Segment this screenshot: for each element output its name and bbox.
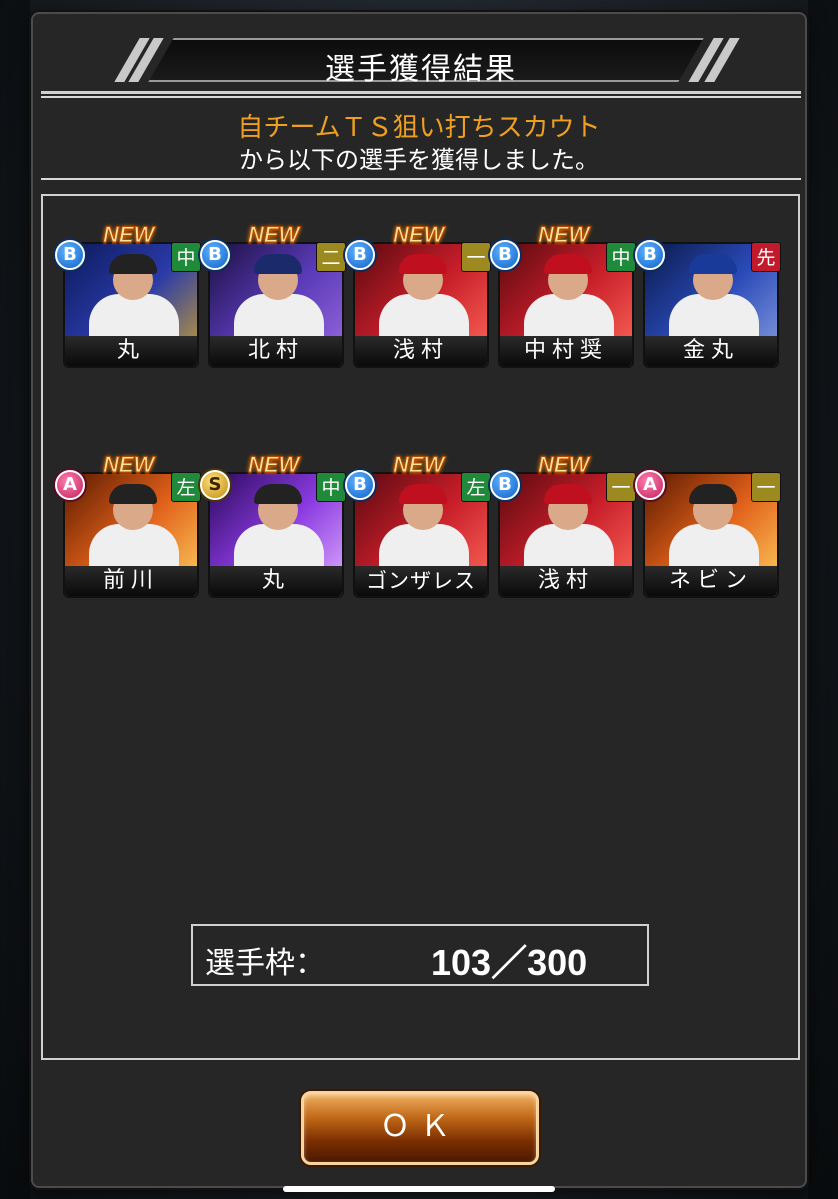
rank-badge: B: [55, 240, 85, 270]
player-card[interactable]: ネビン A 一: [635, 462, 781, 598]
player-card[interactable]: 浅村 B 一 NEW: [345, 222, 491, 368]
result-message: から以下の選手を獲得しました。: [239, 146, 599, 174]
player-card[interactable]: 丸 B 中 NEW: [55, 222, 201, 368]
title-banner: 選手獲得結果: [41, 38, 801, 96]
rank-badge: B: [490, 240, 520, 270]
position-badge: 先: [751, 242, 781, 272]
rank-badge: B: [635, 240, 665, 270]
player-name: 北村: [210, 336, 342, 366]
player-slot-box: 選手枠： 103／300: [191, 924, 649, 986]
player-card-grid: 丸 B 中 NEW 北村 B 二 NEW 浅村 B 一 NEW 中村奨 B 中 NEW 金丸 B 先前川 A 左 NEW 丸…: [55, 222, 783, 598]
divider: [41, 178, 801, 180]
new-badge: NEW: [102, 222, 155, 248]
rank-badge: B: [345, 470, 375, 500]
player-cap: [689, 484, 737, 504]
new-badge: NEW: [247, 452, 300, 478]
position-badge: 一: [461, 242, 491, 272]
player-name: 浅村: [355, 336, 487, 366]
result-dialog: 選手獲得結果 自チームＴＳ狙い打ちスカウト から以下の選手を獲得しました。 丸 B…: [31, 12, 807, 1188]
ok-button[interactable]: ＯＫ: [301, 1091, 539, 1165]
new-badge: NEW: [392, 222, 445, 248]
player-name: 丸: [65, 336, 197, 366]
acquired-players-panel: 丸 B 中 NEW 北村 B 二 NEW 浅村 B 一 NEW 中村奨 B 中 NEW 金丸 B 先前川 A 左 NEW 丸…: [41, 194, 800, 1060]
player-name: 金丸: [645, 336, 777, 366]
position-badge: 一: [606, 472, 636, 502]
position-badge: 左: [461, 472, 491, 502]
player-name: 浅村: [500, 566, 632, 596]
player-cap: [254, 254, 302, 274]
rank-badge: A: [55, 470, 85, 500]
new-badge: NEW: [392, 452, 445, 478]
player-cap: [109, 254, 157, 274]
player-cap: [544, 254, 592, 274]
rank-badge: S: [200, 470, 230, 500]
rank-badge: A: [635, 470, 665, 500]
rank-badge: B: [490, 470, 520, 500]
player-slot-label: 選手枠：: [205, 946, 325, 981]
position-badge: 左: [171, 472, 201, 502]
player-name: 丸: [210, 566, 342, 596]
position-badge: 中: [171, 242, 201, 272]
player-card[interactable]: 丸 S 中 NEW: [200, 452, 346, 598]
player-cap: [254, 484, 302, 504]
player-card[interactable]: 浅村 B 一 NEW: [490, 452, 636, 598]
position-badge: 中: [606, 242, 636, 272]
position-badge: 一: [751, 472, 781, 502]
player-slot-value: 103／300: [431, 942, 588, 983]
position-badge: 中: [316, 472, 346, 502]
player-name: ネビン: [645, 566, 777, 596]
player-card[interactable]: 金丸 B 先: [635, 232, 781, 368]
player-card[interactable]: 中村奨 B 中 NEW: [490, 222, 636, 368]
player-name: 中村奨: [500, 336, 632, 366]
new-badge: NEW: [102, 452, 155, 478]
scout-name: 自チームＴＳ狙い打ちスカウト: [237, 113, 601, 143]
divider: [41, 96, 801, 98]
player-cap: [399, 254, 447, 274]
new-badge: NEW: [537, 222, 590, 248]
rank-badge: B: [345, 240, 375, 270]
dialog-title: 選手獲得結果: [325, 52, 517, 87]
player-cap: [109, 484, 157, 504]
player-cap: [399, 484, 447, 504]
title-underline: [41, 91, 801, 94]
new-badge: NEW: [247, 222, 300, 248]
player-card[interactable]: 北村 B 二 NEW: [200, 222, 346, 368]
player-card[interactable]: 前川 A 左 NEW: [55, 452, 201, 598]
new-badge: NEW: [537, 452, 590, 478]
player-card[interactable]: ゴンザレス B 左 NEW: [345, 452, 491, 598]
player-name: 前川: [65, 566, 197, 596]
home-indicator: [283, 1186, 555, 1192]
player-cap: [689, 254, 737, 274]
player-cap: [544, 484, 592, 504]
player-name: ゴンザレス: [355, 566, 487, 596]
rank-badge: B: [200, 240, 230, 270]
position-badge: 二: [316, 242, 346, 272]
